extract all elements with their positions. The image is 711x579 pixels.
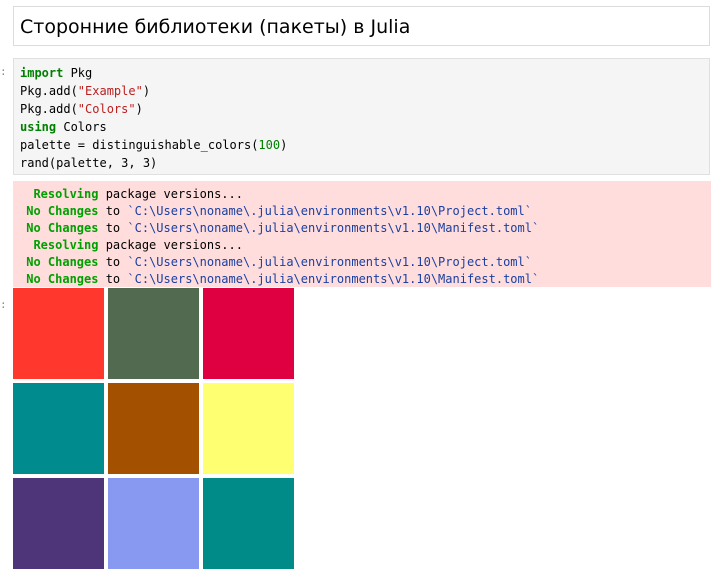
code-token-str: "Example" [77, 84, 143, 98]
log-status: No Changes [19, 272, 99, 286]
color-swatch-grid [13, 288, 294, 569]
code-token-plain: ) [135, 102, 143, 116]
color-swatch [203, 383, 294, 474]
section-heading: Сторонние библиотеки (пакеты) в Julia [20, 16, 411, 38]
log-status: No Changes [19, 204, 99, 218]
code-token-plain: rand(palette, 3, 3) [20, 156, 158, 170]
code-line: rand(palette, 3, 3) [20, 154, 709, 172]
log-message: to [98, 272, 128, 286]
color-swatch [108, 383, 199, 474]
code-token-plain: ) [280, 138, 288, 152]
log-line: Resolving package versions... [19, 186, 711, 203]
log-line: No Changes to `C:\Users\noname\.julia\en… [19, 220, 711, 237]
code-line: Pkg.add("Example") [20, 82, 709, 100]
log-path: `C:\Users\noname\.julia\environments\v1.… [127, 221, 540, 235]
code-token-kw: using [20, 120, 57, 134]
color-swatch [13, 383, 104, 474]
log-line: No Changes to `C:\Users\noname\.julia\en… [19, 203, 711, 220]
code-line: palette = distinguishable_colors(100) [20, 136, 709, 154]
log-path: `C:\Users\noname\.julia\environments\v1.… [127, 255, 532, 269]
color-swatch [13, 288, 104, 379]
output-prompt: : [0, 298, 7, 311]
log-line: Resolving package versions... [19, 237, 711, 254]
code-cell-prompt: : [0, 65, 7, 78]
log-status: Resolving [19, 238, 99, 252]
code-token-plain: palette = distinguishable_colors( [20, 138, 259, 152]
code-token-num: 100 [258, 138, 281, 152]
code-token-plain: Pkg [63, 66, 93, 80]
code-token-str: "Colors" [77, 102, 136, 116]
log-message: to [98, 255, 128, 269]
log-line: No Changes to `C:\Users\noname\.julia\en… [19, 254, 711, 271]
log-status: No Changes [19, 255, 99, 269]
code-line: Pkg.add("Colors") [20, 100, 709, 118]
code-token-plain: ) [142, 84, 151, 98]
color-swatch [13, 478, 104, 569]
color-swatch [108, 288, 199, 379]
stderr-output: Resolving package versions... No Changes… [13, 181, 711, 287]
log-line: No Changes to `C:\Users\noname\.julia\en… [19, 271, 711, 288]
log-message: package versions... [98, 187, 243, 201]
color-swatch [203, 288, 294, 379]
log-message: to [98, 221, 128, 235]
code-token-plain: Pkg.add( [20, 84, 78, 98]
code-token-kw: import [20, 66, 64, 80]
code-line: import Pkg [20, 64, 709, 82]
code-line: using Colors [20, 118, 709, 136]
log-message: package versions... [98, 238, 243, 252]
code-cell-editor[interactable]: import Pkg Pkg.add("Example") Pkg.add("Col… [13, 58, 710, 175]
color-swatch [108, 478, 199, 569]
log-path: `C:\Users\noname\.julia\environments\v1.… [127, 204, 532, 218]
code-token-plain: Colors [56, 120, 107, 134]
color-swatch [203, 478, 294, 569]
log-status: No Changes [19, 221, 99, 235]
code-token-plain: Pkg.add( [20, 102, 78, 116]
log-status: Resolving [19, 187, 99, 201]
log-path: `C:\Users\noname\.julia\environments\v1.… [127, 272, 540, 286]
markdown-cell[interactable]: Сторонние библиотеки (пакеты) в Julia [13, 6, 710, 46]
log-message: to [98, 204, 128, 218]
